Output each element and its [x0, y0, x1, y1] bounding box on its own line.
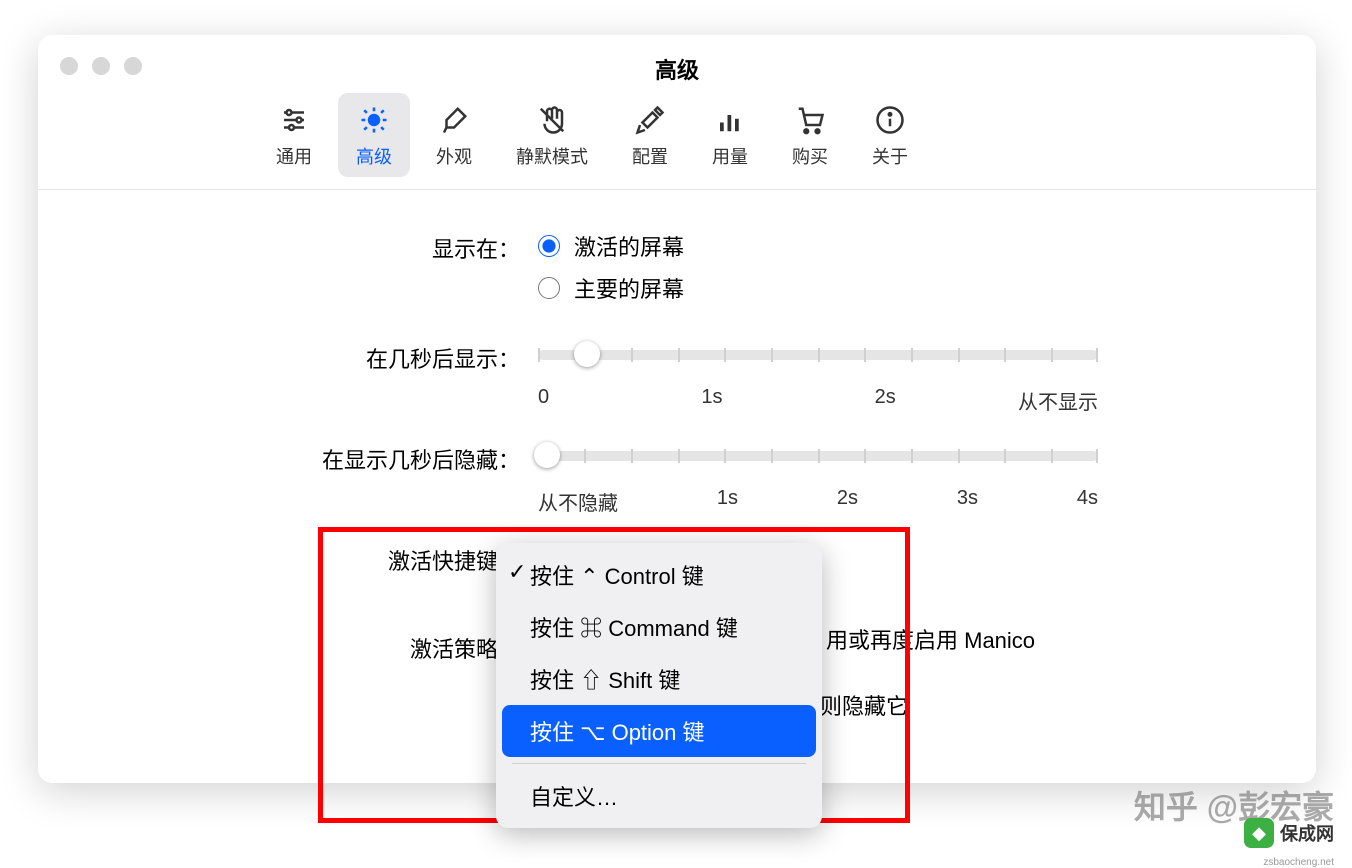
tab-label: 用量 [712, 143, 748, 169]
cart-icon [793, 103, 827, 137]
slider-knob[interactable] [574, 341, 600, 367]
shield-icon: ◆ [1244, 818, 1274, 848]
hand-off-icon [535, 103, 569, 137]
site-url: zsbaocheng.net [1263, 857, 1334, 868]
tab-label: 配置 [632, 143, 668, 169]
brush-icon [437, 103, 471, 137]
tab-label: 关于 [872, 143, 908, 169]
window-title: 高级 [38, 53, 1316, 85]
tab-about[interactable]: 关于 [854, 93, 926, 177]
dd-shift[interactable]: 按住 ⇧ Shift 键 [502, 653, 816, 705]
preferences-window: 高级 通用 高级 外观 静默模式 配置 用量 购买 [38, 35, 1316, 783]
bar-chart-icon [713, 103, 747, 137]
tab-label: 静默模式 [516, 143, 588, 169]
tab-label: 高级 [356, 143, 392, 169]
slider-knob[interactable] [534, 442, 560, 468]
tab-silent[interactable]: 静默模式 [498, 93, 606, 177]
radio-active-screen[interactable]: 激活的屏幕 [538, 230, 1236, 262]
show-on-row: 显示在： 激活的屏幕 主要的屏幕 [118, 230, 1236, 314]
show-after-label: 在几秒后显示： [118, 340, 538, 374]
dd-separator [512, 763, 806, 764]
show-after-row: 在几秒后显示： 0 1s 2s 从不显示 [118, 340, 1236, 415]
hide-after-scale: 从不隐藏 1s 2s 3s 4s [538, 487, 1098, 516]
tab-purchase[interactable]: 购买 [774, 93, 846, 177]
radio-main-screen[interactable]: 主要的屏幕 [538, 272, 1236, 304]
toolbar: 通用 高级 外观 静默模式 配置 用量 购买 关于 [38, 93, 1316, 190]
gear-icon [357, 103, 391, 137]
tab-label: 外观 [436, 143, 472, 169]
dd-custom[interactable]: 自定义… [502, 770, 816, 822]
sliders-icon [277, 103, 311, 137]
show-after-slider[interactable] [538, 350, 1098, 360]
tab-label: 通用 [276, 143, 312, 169]
tab-advanced[interactable]: 高级 [338, 93, 410, 177]
site-badge: ◆ 保成网 [1244, 818, 1334, 848]
hide-after-row: 在显示几秒后隐藏： 从不隐藏 1s 2s 3s 4s [118, 441, 1236, 516]
dd-option[interactable]: 按住 ⌥ Option 键 [502, 705, 816, 757]
dd-command[interactable]: 按住 ⌘ Command 键 [502, 601, 816, 653]
tab-config[interactable]: 配置 [614, 93, 686, 177]
hotkey-dropdown[interactable]: 按住 ⌃ Control 键 按住 ⌘ Command 键 按住 ⇧ Shift… [496, 543, 822, 828]
tools-icon [633, 103, 667, 137]
hide-after-label: 在显示几秒后隐藏： [118, 441, 538, 475]
titlebar: 高级 [38, 35, 1316, 93]
tab-appearance[interactable]: 外观 [418, 93, 490, 177]
info-icon [873, 103, 907, 137]
tab-label: 购买 [792, 143, 828, 169]
tab-usage[interactable]: 用量 [694, 93, 766, 177]
show-on-label: 显示在： [118, 230, 538, 264]
hide-after-slider[interactable] [538, 451, 1098, 461]
show-after-scale: 0 1s 2s 从不显示 [538, 386, 1098, 415]
tab-general[interactable]: 通用 [258, 93, 330, 177]
dd-control[interactable]: 按住 ⌃ Control 键 [502, 549, 816, 601]
